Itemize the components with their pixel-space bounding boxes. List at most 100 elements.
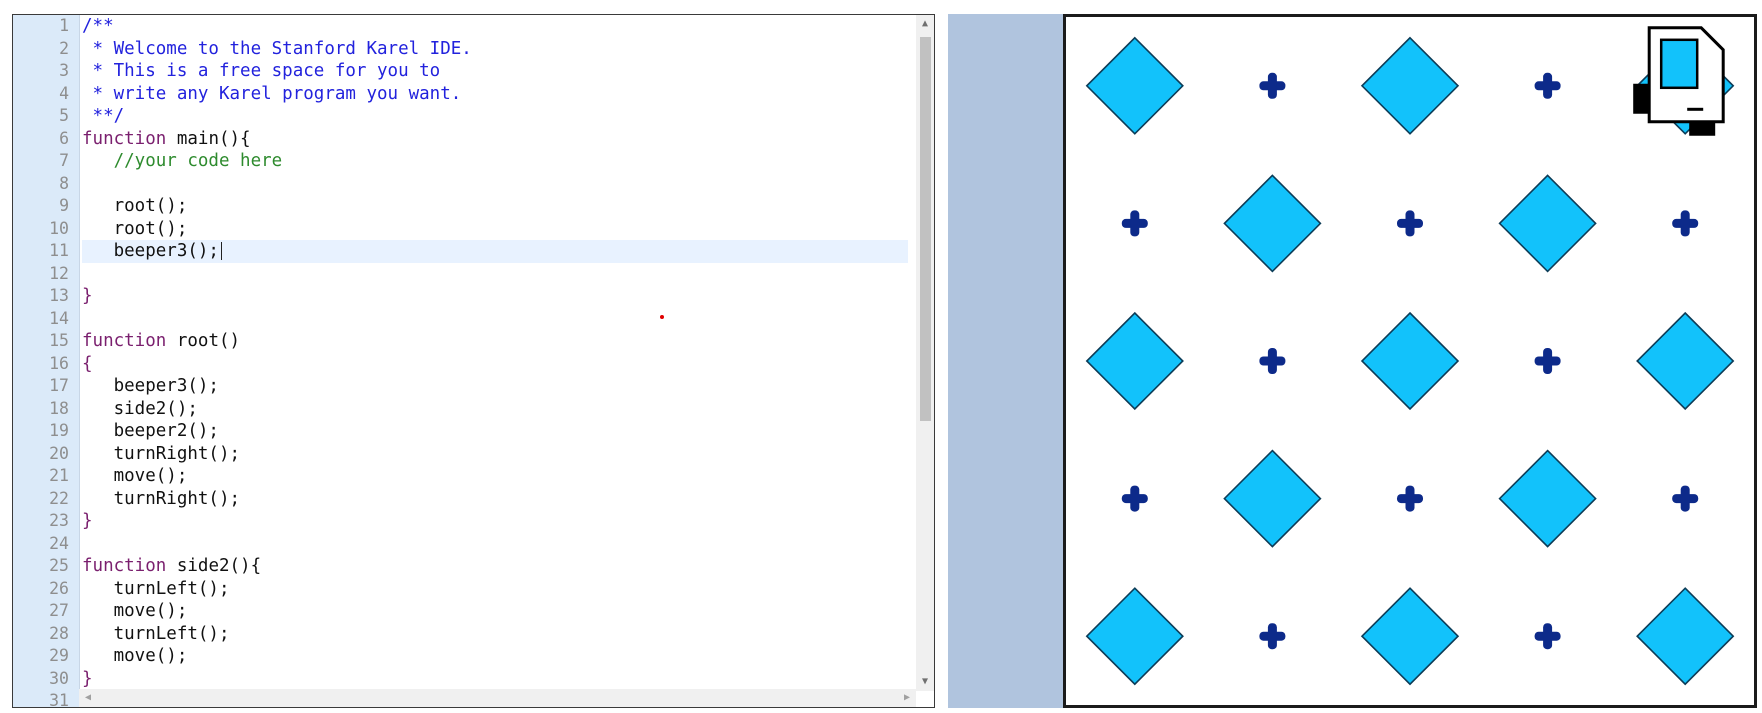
code-text[interactable]: root(); [82, 195, 908, 218]
code-token: turnLeft(); [82, 623, 230, 644]
scroll-up-icon[interactable]: ▲ [916, 15, 934, 33]
code-line[interactable]: 6 function main(){ [13, 128, 916, 151]
corner-marker-icon [1259, 348, 1286, 374]
keyword: function [82, 556, 167, 576]
corner-marker-icon [1397, 485, 1423, 512]
line-number: 15 [49, 331, 69, 350]
code-line[interactable]: 20 turnRight(); [13, 443, 916, 466]
code-text[interactable]: function side2(){ [82, 555, 908, 578]
code-line[interactable]: 27 move(); [13, 600, 916, 623]
beeper-icon [1085, 36, 1184, 135]
corner-marker-icon [1534, 72, 1561, 99]
code-line[interactable]: 28 turnLeft(); [13, 623, 916, 646]
code-line[interactable]: 21 move(); [13, 465, 916, 488]
code-line[interactable]: 30} [13, 668, 916, 691]
corner-marker-icon [1259, 623, 1286, 650]
vertical-scrollbar[interactable]: ▲ ▼ [916, 15, 934, 691]
code-text[interactable]: turnRight(); [82, 443, 908, 466]
beeper-icon [1498, 174, 1597, 273]
code-line[interactable]: 12 [13, 263, 916, 286]
code-text[interactable]: * Welcome to the Stanford Karel IDE. [82, 38, 908, 61]
beeper-icon [1085, 587, 1184, 686]
code-text[interactable]: * This is a free space for you to [82, 60, 908, 83]
code-text[interactable]: /** [82, 15, 908, 38]
scroll-left-icon[interactable]: ◀ [79, 689, 97, 707]
line-number: 11 [49, 241, 69, 260]
code-editor[interactable]: 1/** 2 * Welcome to the Stanford Karel ID… [12, 14, 935, 708]
code-token: * write any Karel program you want. [82, 83, 462, 104]
beeper-icon [1085, 311, 1184, 411]
code-text[interactable]: function main(){ [82, 128, 908, 151]
code-lines[interactable]: 1/** 2 * Welcome to the Stanford Karel ID… [13, 15, 916, 707]
code-text[interactable]: turnLeft(); [82, 578, 908, 601]
code-text[interactable]: beeper2(); [82, 420, 908, 443]
code-line[interactable]: 18 side2(); [13, 398, 916, 421]
scroll-thumb[interactable] [920, 37, 931, 421]
code-text[interactable]: function root() [82, 330, 908, 353]
code-text[interactable] [82, 263, 908, 286]
corner-marker-icon [1397, 210, 1423, 237]
code-text[interactable]: **/ [82, 105, 908, 128]
code-line[interactable]: 13} [13, 285, 916, 308]
code-line[interactable]: 26 turnLeft(); [13, 578, 916, 601]
code-text[interactable]: move(); [82, 465, 908, 488]
line-number: 29 [49, 646, 69, 665]
code-token: } [82, 668, 93, 689]
code-line[interactable]: 25 function side2(){ [13, 555, 916, 578]
code-line[interactable]: 8 [13, 173, 916, 196]
code-line[interactable]: 5 **/ [13, 105, 916, 128]
line-number: 2 [59, 38, 69, 58]
code-line[interactable]: 29 move(); [13, 645, 916, 668]
code-line[interactable]: 7 //your code here [13, 150, 916, 173]
code-line[interactable]: 22 turnRight(); [13, 488, 916, 511]
code-line[interactable]: 3 * This is a free space for you to [13, 60, 916, 83]
scroll-right-icon[interactable]: ▶ [898, 689, 916, 707]
code-line[interactable]: 1 /** [13, 15, 916, 38]
code-text[interactable]: move(); [82, 645, 908, 668]
code-text[interactable] [82, 308, 908, 331]
code-line[interactable]: 10 root(); [13, 218, 916, 241]
code-line[interactable]: 4 * write any Karel program you want. [13, 83, 916, 106]
code-text[interactable] [82, 173, 908, 196]
line-number: 23 [49, 511, 69, 530]
code-line[interactable]: 15 function root() [13, 330, 916, 353]
code-text[interactable]: turnLeft(); [82, 623, 908, 646]
code-text[interactable]: root(); [82, 218, 908, 241]
code-token: move(); [82, 646, 188, 666]
line-number: 25 [49, 556, 69, 575]
scroll-down-icon[interactable]: ▼ [916, 673, 934, 691]
line-number: 14 [49, 308, 69, 328]
code-text[interactable]: //your code here [82, 150, 908, 173]
beeper-icon [1223, 174, 1322, 273]
code-text[interactable]: move(); [82, 600, 908, 623]
code-text[interactable]: turnRight(); [82, 488, 908, 511]
corner-marker-icon [1672, 210, 1699, 237]
code-line[interactable]: 11 beeper3(); [13, 240, 916, 263]
code-text[interactable]: } [82, 510, 908, 533]
code-token: beeper3(); [82, 376, 219, 396]
code-text[interactable]: * write any Karel program you want. [82, 83, 908, 106]
code-text[interactable]: beeper3(); [82, 375, 908, 398]
code-text[interactable]: } [82, 668, 908, 691]
code-line[interactable]: 14 [13, 308, 916, 331]
code-text[interactable] [82, 533, 908, 556]
world-canvas [1085, 26, 1735, 686]
code-line[interactable]: 16 { [13, 353, 916, 376]
code-text[interactable]: side2(); [82, 398, 908, 421]
code-line[interactable]: 2 * Welcome to the Stanford Karel IDE. [13, 38, 916, 61]
code-line[interactable]: 24 [13, 533, 916, 556]
code-text[interactable]: } [82, 285, 908, 308]
code-token: } [82, 511, 93, 531]
code-line[interactable]: 9 root(); [13, 195, 916, 218]
line-number: 8 [59, 173, 69, 193]
world-side-panel [948, 14, 1064, 708]
code-text[interactable]: beeper3(); [82, 240, 908, 263]
code-line[interactable]: 23} [13, 510, 916, 533]
line-number: 17 [49, 376, 69, 395]
code-token: turnLeft(); [82, 578, 230, 599]
code-line[interactable]: 17 beeper3(); [13, 375, 916, 398]
line-number: 6 [59, 128, 69, 148]
code-text[interactable]: { [82, 353, 908, 376]
code-line[interactable]: 19 beeper2(); [13, 420, 916, 443]
horizontal-scrollbar[interactable]: ◀ ▶ [79, 689, 916, 707]
